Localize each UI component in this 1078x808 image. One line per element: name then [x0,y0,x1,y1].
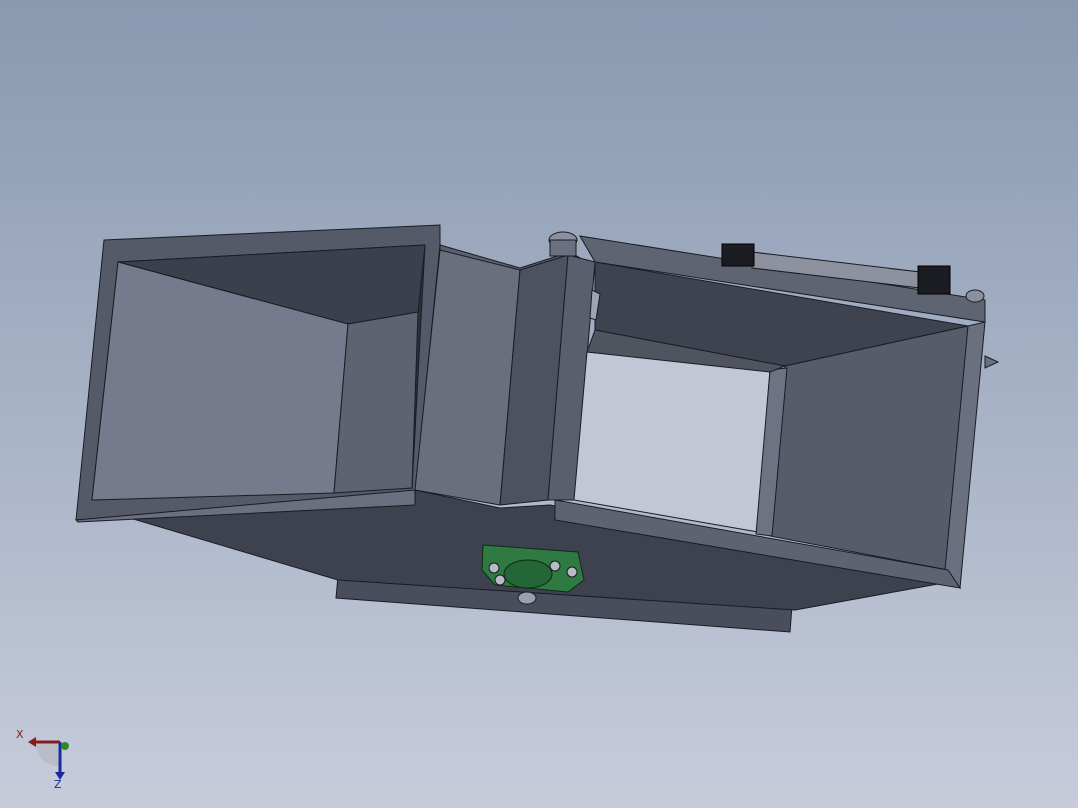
side-tab [984,355,1000,369]
cylinder-block-right[interactable] [917,265,951,295]
bearing-bolt-1 [488,562,500,574]
graphics-viewport[interactable]: X Z [0,0,1078,808]
reference-triad: X Z [16,728,69,791]
x-axis-label: X [16,728,24,741]
shaft-end[interactable] [517,591,537,605]
z-axis-label: Z [54,778,62,791]
left-inner-rightwall [333,311,419,494]
bearing-bolt-4 [494,574,506,586]
cylinder-block-left[interactable] [721,243,755,267]
cad-model[interactable] [0,0,1078,808]
bearing-bolt-3 [549,560,561,572]
bearing-hub[interactable] [503,559,553,589]
x-axis-arrow-icon [28,737,36,747]
triad-base-icon [35,742,58,767]
pivot-shaft [549,239,577,257]
right-inner-rightwall [769,325,969,571]
cylinder-end-bolt[interactable] [965,289,985,303]
bearing-bolt-2 [566,566,578,578]
right-opening [573,351,771,533]
y-axis-dot-icon [61,742,69,750]
